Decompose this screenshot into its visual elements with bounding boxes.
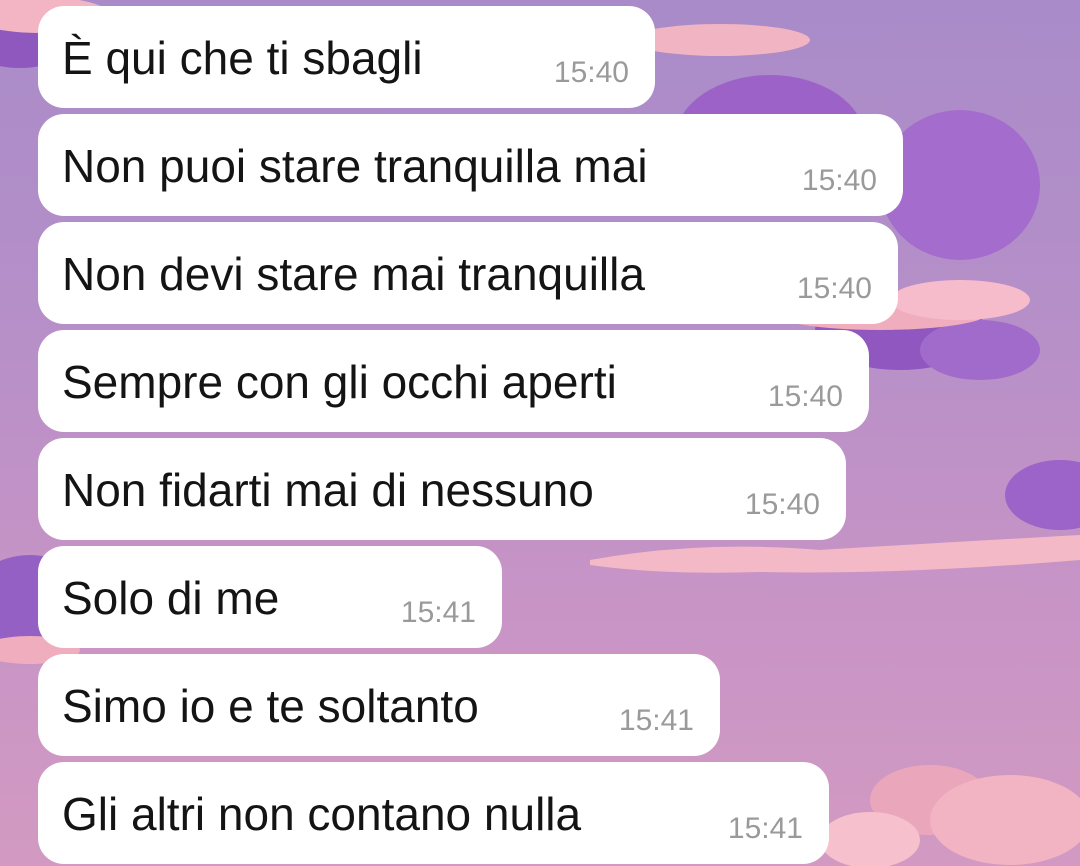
message-time: 15:40 xyxy=(744,488,820,521)
message-bubble[interactable]: Simo io e te soltanto 15:41 xyxy=(38,654,720,756)
message-time: 15:40 xyxy=(801,164,877,197)
message-bubble[interactable]: Non devi stare mai tranquilla 15:40 xyxy=(38,222,898,324)
message-text: Non fidarti mai di nessuno xyxy=(62,464,594,516)
message-text: Non puoi stare tranquilla mai xyxy=(62,140,648,192)
message-text: Gli altri non contano nulla xyxy=(62,788,582,840)
message-bubble[interactable]: Gli altri non contano nulla 15:41 xyxy=(38,762,829,864)
message-text: È qui che ti sbagli xyxy=(62,32,423,84)
message-time: 15:41 xyxy=(400,596,476,629)
message-bubble[interactable]: Sempre con gli occhi aperti 15:40 xyxy=(38,330,869,432)
message-time: 15:40 xyxy=(767,380,843,413)
message-time: 15:41 xyxy=(727,812,803,845)
message-bubble[interactable]: Non puoi stare tranquilla mai 15:40 xyxy=(38,114,903,216)
message-text: Simo io e te soltanto xyxy=(62,680,479,732)
message-bubble[interactable]: È qui che ti sbagli 15:40 xyxy=(38,6,655,108)
message-text: Sempre con gli occhi aperti xyxy=(62,356,617,408)
message-text: Solo di me xyxy=(62,572,280,624)
message-list[interactable]: È qui che ti sbagli 15:40 Non puoi stare… xyxy=(0,0,1080,866)
message-text: Non devi stare mai tranquilla xyxy=(62,248,645,300)
message-time: 15:41 xyxy=(618,704,694,737)
message-time: 15:40 xyxy=(796,272,872,305)
message-time: 15:40 xyxy=(553,56,629,89)
message-bubble[interactable]: Solo di me 15:41 xyxy=(38,546,502,648)
message-bubble[interactable]: Non fidarti mai di nessuno 15:40 xyxy=(38,438,846,540)
